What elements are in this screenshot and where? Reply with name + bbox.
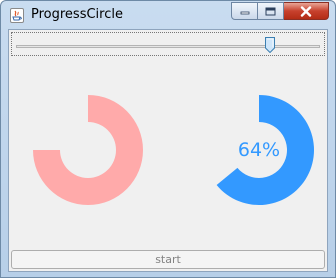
maximize-icon	[265, 7, 276, 15]
progress-circle-left	[28, 90, 148, 210]
content-panel: 64% start	[8, 29, 328, 272]
progress-circle-right: 64%	[199, 90, 319, 210]
slider-thumb[interactable]	[265, 37, 275, 53]
progress-label-left	[28, 90, 148, 210]
title-bar[interactable]: ProgressCircle	[1, 1, 335, 29]
minimize-button[interactable]	[231, 2, 258, 20]
window-title: ProgressCircle	[31, 7, 123, 22]
close-icon	[300, 5, 312, 17]
start-button[interactable]: start	[11, 250, 325, 269]
java-app-icon[interactable]	[10, 8, 24, 23]
minimize-icon	[240, 11, 249, 15]
maximize-button[interactable]	[258, 2, 284, 20]
progress-slider[interactable]	[11, 32, 325, 56]
progress-label-right: 64%	[237, 139, 281, 161]
app-window: ProgressCircle 64% start	[0, 0, 336, 278]
close-button[interactable]	[284, 2, 329, 20]
caption-buttons	[231, 2, 329, 21]
